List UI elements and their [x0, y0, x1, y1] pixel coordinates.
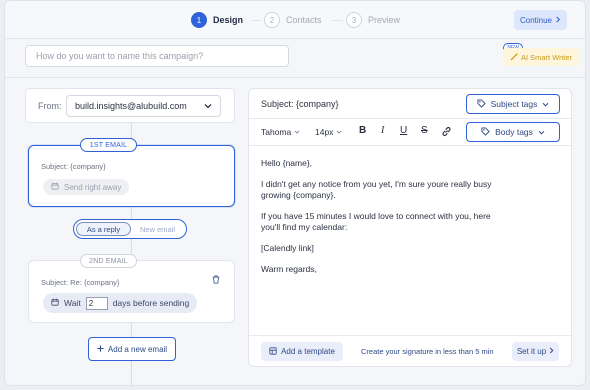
section-divider	[5, 77, 585, 78]
email-step-2-tag: 2ND EMAIL	[80, 254, 137, 268]
step-number: 1	[191, 12, 207, 28]
email-body[interactable]: Hello {name}, I didn't get any notice fr…	[261, 158, 511, 285]
bold-icon[interactable]: B	[359, 125, 366, 136]
step-contacts[interactable]: 2 Contacts	[264, 12, 322, 28]
font-family-select[interactable]: Tahoma	[261, 127, 300, 137]
email-editor: Subject: {company} Subject tags Tahoma 1…	[248, 88, 572, 367]
as-reply-option[interactable]: As a reply	[76, 222, 131, 236]
add-template-label: Add a template	[281, 347, 335, 356]
template-icon	[269, 346, 277, 357]
step-connector	[253, 20, 261, 21]
set-it-up-button[interactable]: Set it up	[512, 342, 559, 361]
add-email-label: Add a new email	[107, 344, 168, 354]
campaign-name-input[interactable]	[25, 45, 289, 67]
link-icon[interactable]	[441, 126, 452, 140]
step-preview[interactable]: 3 Preview	[346, 12, 400, 28]
editor-footer: Add a template Create your signature in …	[249, 335, 571, 366]
new-email-option[interactable]: New email	[131, 222, 184, 236]
plus-icon	[97, 344, 104, 354]
strikethrough-icon[interactable]: S	[421, 125, 428, 136]
font-size-value: 14px	[315, 127, 334, 137]
chevron-down-icon	[294, 130, 300, 134]
font-family-value: Tahoma	[261, 127, 292, 137]
body-line: I didn't get any notice from you yet, I'…	[261, 179, 492, 200]
ai-writer-label: AI Smart Writer	[520, 52, 573, 62]
italic-icon[interactable]: I	[381, 125, 384, 136]
formatting-toolbar: Tahoma 14px B I U S Body tags	[249, 119, 571, 146]
chevron-right-icon	[555, 16, 561, 25]
trash-icon[interactable]	[212, 275, 220, 286]
step-label: Design	[213, 15, 244, 25]
signature-prompt: Create your signature in less than 5 min	[361, 347, 494, 356]
sequence-connector	[131, 239, 132, 253]
email-subject: Subject: Re: {company}	[41, 278, 120, 287]
body-tags-button[interactable]: Body tags	[466, 122, 560, 142]
continue-label: Continue	[519, 15, 553, 25]
calendar-icon	[51, 298, 59, 308]
font-size-select[interactable]: 14px	[315, 127, 342, 137]
subject-row: Subject: {company} Subject tags	[249, 89, 571, 119]
chevron-down-icon	[204, 101, 212, 111]
reply-mode-toggle[interactable]: As a reply New email	[73, 219, 187, 239]
stepper-bar: 1 Design 2 Contacts 3 Preview Continue	[5, 1, 585, 39]
add-email-button[interactable]: Add a new email	[88, 337, 176, 361]
body-line: Hello {name},	[261, 158, 313, 168]
chevron-right-icon	[549, 347, 554, 356]
body-line: If you have 15 minutes I would love to c…	[261, 211, 491, 232]
add-template-button[interactable]: Add a template	[261, 342, 343, 361]
sequence-connector	[131, 361, 132, 385]
continue-button[interactable]: Continue	[514, 10, 567, 30]
step-number: 2	[264, 12, 280, 28]
send-timing-label: Send right away	[64, 182, 122, 192]
subject-field[interactable]: Subject: {company}	[261, 99, 339, 109]
calendar-icon	[51, 182, 59, 192]
tag-icon	[481, 126, 490, 138]
tag-icon	[477, 98, 486, 110]
email-step-2-card[interactable]: Subject: Re: {company} Wait days before …	[28, 260, 235, 323]
sequence-connector	[131, 207, 132, 219]
step-number: 3	[346, 12, 362, 28]
subject-tags-button[interactable]: Subject tags	[466, 94, 560, 114]
chevron-down-icon	[337, 130, 342, 134]
underline-icon[interactable]: U	[400, 125, 407, 136]
step-label: Preview	[368, 15, 401, 25]
body-line: Warm regards,	[261, 264, 317, 274]
magic-wand-icon	[510, 51, 519, 63]
from-label: From:	[38, 101, 62, 111]
wait-delay-pill: Wait days before sending	[43, 293, 198, 313]
step-label: Contacts	[286, 15, 322, 25]
email-step-1-card[interactable]: Subject: {company} Send right away	[28, 145, 235, 207]
ai-smart-writer-button[interactable]: AI Smart Writer	[503, 48, 579, 66]
from-value: build.insights@alubuild.com	[75, 101, 187, 111]
sequence-connector	[131, 323, 132, 337]
body-tags-label: Body tags	[495, 127, 533, 137]
sender-panel: From: build.insights@alubuild.com	[25, 88, 235, 123]
from-select[interactable]: build.insights@alubuild.com	[66, 95, 221, 117]
wait-label: Wait	[64, 298, 81, 308]
step-design[interactable]: 1 Design	[191, 12, 243, 28]
send-timing-pill[interactable]: Send right away	[43, 179, 130, 195]
step-connector	[333, 20, 343, 21]
campaign-editor-window: 1 Design 2 Contacts 3 Preview Continue N…	[4, 0, 586, 386]
subject-tags-label: Subject tags	[490, 99, 538, 109]
email-step-1-tag: 1ST EMAIL	[80, 138, 137, 152]
set-it-up-label: Set it up	[516, 347, 547, 356]
chevron-down-icon	[542, 99, 549, 109]
email-subject: Subject: {company}	[41, 162, 106, 171]
wait-days-input[interactable]	[85, 296, 108, 310]
wait-after-label: days before sending	[112, 298, 190, 308]
body-line: [Calendly link]	[261, 243, 314, 253]
chevron-down-icon	[538, 127, 545, 137]
